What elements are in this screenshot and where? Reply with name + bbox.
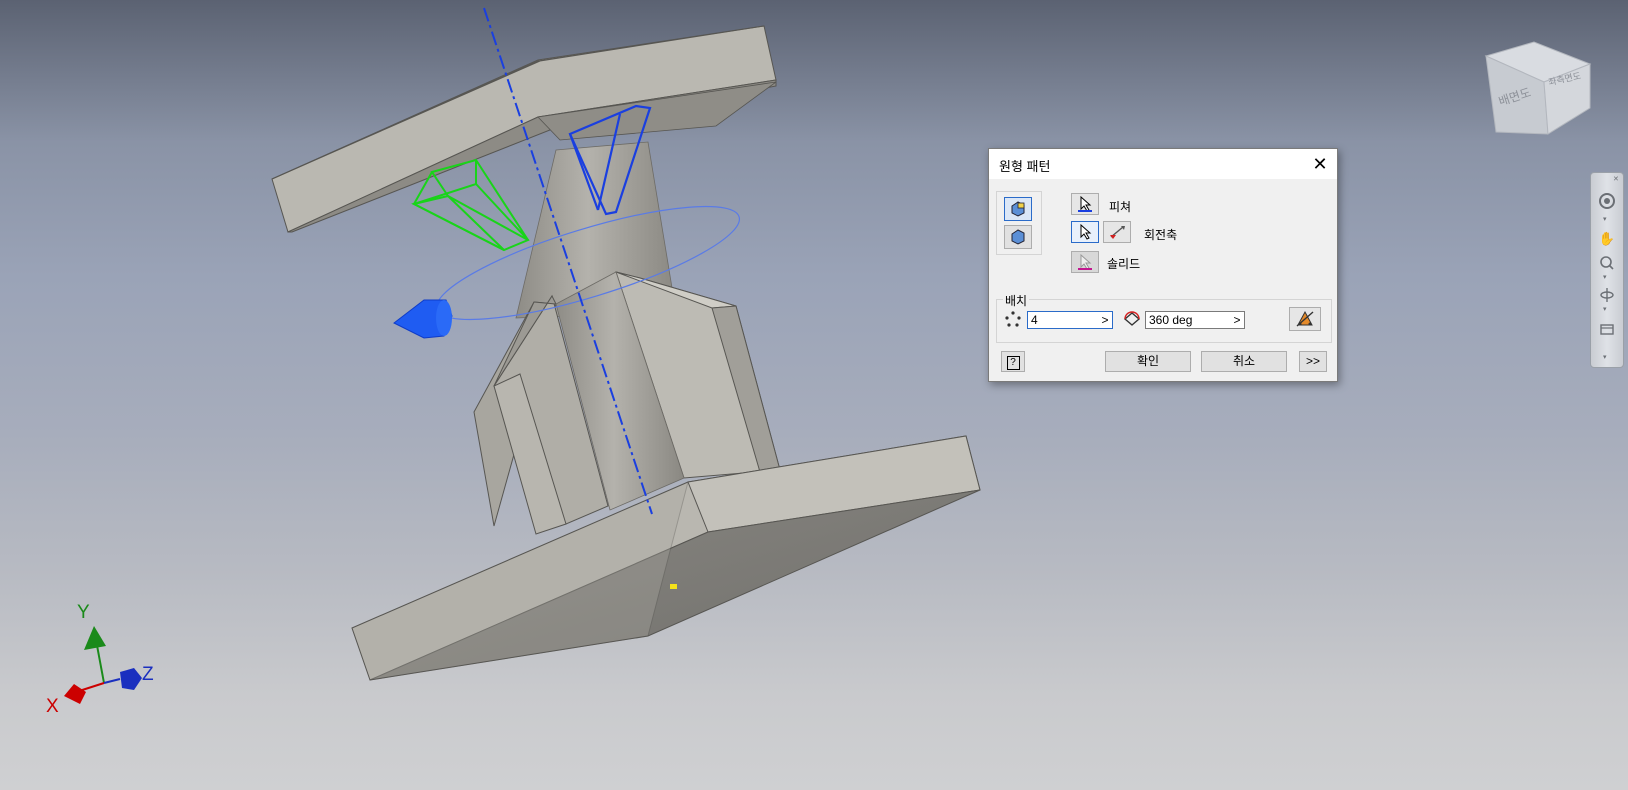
- solid-select-button[interactable]: [1071, 251, 1099, 273]
- occurrence-angle-value: 360 deg: [1149, 313, 1193, 327]
- orbit-icon[interactable]: [1597, 285, 1617, 305]
- navbar-close-icon[interactable]: ✕: [1613, 175, 1619, 183]
- axis-triad: [64, 626, 142, 704]
- cursor-arrow-icon: [1080, 224, 1092, 240]
- pan-hand-icon[interactable]: ✋: [1597, 229, 1617, 249]
- cursor-arrow-icon: [1078, 254, 1092, 270]
- orbit-dropdown-icon[interactable]: ▾: [1603, 305, 1607, 313]
- pattern-solids-icon: [1011, 229, 1025, 245]
- dialog-title: 원형 패턴: [999, 159, 1051, 174]
- pattern-solids-button[interactable]: [1004, 225, 1032, 249]
- look-at-icon[interactable]: [1597, 319, 1617, 339]
- view-cube[interactable]: [1484, 41, 1592, 135]
- close-icon[interactable]: ✕: [1309, 153, 1331, 175]
- axis-x-label: X: [46, 696, 59, 717]
- occurrence-angle-icon: [1123, 311, 1141, 327]
- more-button[interactable]: >>: [1299, 351, 1327, 372]
- ok-button[interactable]: 확인: [1105, 351, 1191, 372]
- help-button[interactable]: ?: [1001, 351, 1025, 372]
- 3d-viewport[interactable]: 배면도 좌측면도 Y X Z ✕ ▾ ✋ ▾ ▾ ▾ 원형 패턴 ✕ 피쳐 회전…: [0, 0, 1628, 790]
- help-icon: ?: [1006, 356, 1020, 370]
- flip-direction-icon: [1110, 226, 1125, 239]
- steering-wheel-icon[interactable]: [1597, 191, 1617, 211]
- dialog-titlebar[interactable]: 원형 패턴 ✕: [989, 149, 1337, 179]
- cancel-button[interactable]: 취소: [1201, 351, 1287, 372]
- navigation-bar: ✕ ▾ ✋ ▾ ▾ ▾: [1590, 172, 1624, 368]
- axis-y-label: Y: [77, 602, 90, 623]
- pattern-features-icon: [1011, 201, 1025, 217]
- pattern-direction-arrow[interactable]: [393, 299, 453, 339]
- pattern-features-button[interactable]: [1004, 197, 1032, 221]
- placement-label: 배치: [1003, 292, 1030, 309]
- zoom-dropdown-icon[interactable]: ▾: [1603, 273, 1607, 281]
- count-expand-icon[interactable]: >: [1098, 312, 1112, 328]
- cursor-arrow-icon: [1078, 196, 1092, 212]
- occurrence-count-icon: [1005, 311, 1021, 327]
- navbar-dropdown-icon[interactable]: ▾: [1603, 215, 1607, 223]
- feature-select-button[interactable]: [1071, 193, 1099, 215]
- occurrence-angle-field[interactable]: 360 deg >: [1145, 311, 1245, 329]
- selected-feature-outline[interactable]: [411, 158, 530, 252]
- midplane-button[interactable]: [1289, 307, 1321, 331]
- axis-select-button[interactable]: [1071, 221, 1099, 243]
- solid-label: 솔리드: [1107, 257, 1141, 271]
- flip-axis-button[interactable]: [1103, 221, 1131, 243]
- angle-expand-icon[interactable]: >: [1230, 312, 1244, 328]
- model-scene[interactable]: [0, 0, 1628, 790]
- midplane-icon: [1296, 310, 1314, 327]
- axis-label: 회전축: [1144, 228, 1178, 242]
- navbar-customize-icon[interactable]: ▾: [1603, 353, 1607, 361]
- zoom-icon[interactable]: [1597, 253, 1617, 273]
- circular-pattern-dialog: 원형 패턴 ✕ 피쳐 회전축 솔리드 배치 4 > 360 deg > ? 확인…: [988, 148, 1338, 382]
- occurrence-count-value: 4: [1031, 313, 1038, 327]
- axis-z-label: Z: [142, 664, 154, 685]
- feature-label: 피쳐: [1109, 200, 1132, 214]
- occurrence-count-field[interactable]: 4 >: [1027, 311, 1113, 329]
- pattern-type-group: [996, 191, 1042, 255]
